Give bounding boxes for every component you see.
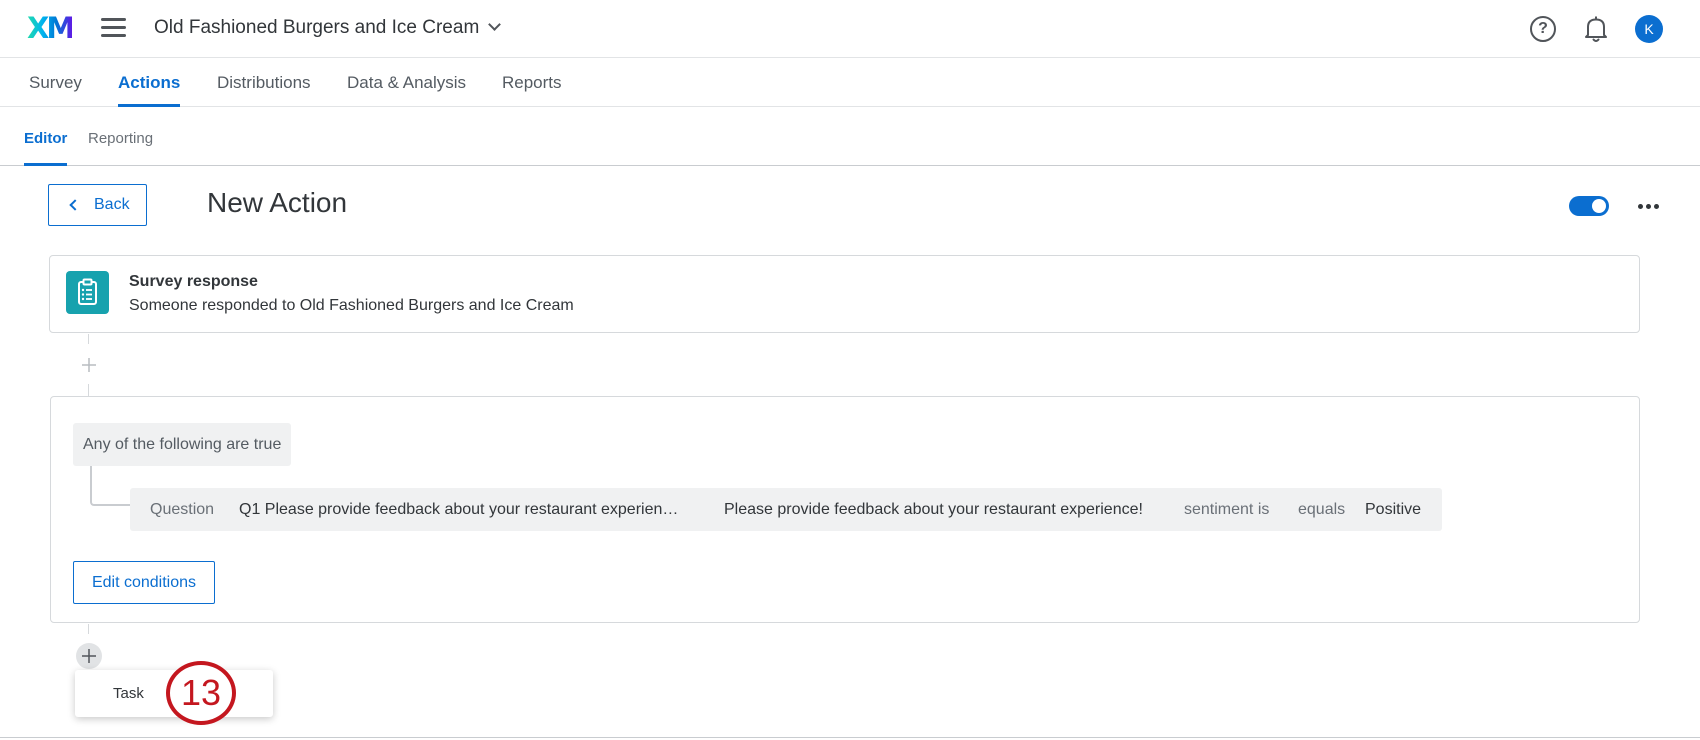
sub-nav: Editor Reporting bbox=[0, 107, 1700, 166]
page-title: New Action bbox=[207, 187, 348, 218]
chevron-left-icon bbox=[69, 199, 81, 211]
flow-connector-line bbox=[88, 384, 89, 396]
condition-group-label[interactable]: Any of the following are true bbox=[73, 423, 292, 466]
back-button-label: Back bbox=[94, 196, 130, 213]
conditions-card: Any of the following are true Question Q… bbox=[50, 396, 1640, 623]
subtab-editor[interactable]: Editor bbox=[24, 107, 68, 166]
tab-actions[interactable]: Actions bbox=[118, 58, 181, 107]
bell-icon[interactable] bbox=[1584, 15, 1608, 43]
top-bar: XM Old Fashioned Burgers and Ice Cream ?… bbox=[0, 0, 1700, 58]
tab-survey[interactable]: Survey bbox=[29, 58, 82, 107]
main-nav: Survey Actions Distributions Data & Anal… bbox=[0, 58, 1700, 107]
action-enabled-toggle[interactable] bbox=[1569, 196, 1609, 216]
clipboard-icon bbox=[66, 271, 109, 314]
tab-distributions[interactable]: Distributions bbox=[217, 58, 311, 107]
condition-question: Q1 Please provide feedback about your re… bbox=[239, 501, 679, 518]
toggle-knob bbox=[1592, 199, 1606, 213]
condition-value: Positive bbox=[1365, 501, 1422, 518]
chevron-down-icon bbox=[488, 18, 502, 31]
condition-field: Please provide feedback about your resta… bbox=[724, 501, 1143, 518]
tab-reports[interactable]: Reports bbox=[502, 58, 562, 107]
back-button[interactable]: Back bbox=[48, 184, 147, 226]
flow-connector-line bbox=[88, 334, 89, 344]
subtab-reporting[interactable]: Reporting bbox=[88, 107, 153, 166]
project-title: Old Fashioned Burgers and Ice Cream bbox=[154, 17, 480, 38]
condition-type: Question bbox=[150, 501, 215, 518]
add-step-plus-icon[interactable] bbox=[81, 357, 97, 373]
trigger-card[interactable]: Survey response Someone responded to Old… bbox=[49, 255, 1640, 333]
flow-connector-line bbox=[88, 624, 89, 634]
help-icon[interactable]: ? bbox=[1530, 16, 1556, 42]
edit-conditions-button[interactable]: Edit conditions bbox=[73, 561, 215, 604]
condition-metric: sentiment is bbox=[1184, 501, 1270, 518]
step-number-badge: 13 bbox=[166, 661, 236, 725]
trigger-title: Survey response bbox=[129, 273, 258, 290]
bottom-divider bbox=[0, 737, 1700, 738]
menu-item-task[interactable]: Task bbox=[113, 670, 144, 717]
project-selector[interactable]: Old Fashioned Burgers and Ice Cream bbox=[154, 17, 502, 39]
xm-logo[interactable]: XM bbox=[27, 12, 75, 44]
condition-row[interactable]: Question Q1 Please provide feedback abou… bbox=[130, 488, 1442, 531]
hamburger-menu-icon[interactable] bbox=[101, 18, 126, 38]
condition-operator: equals bbox=[1298, 501, 1346, 518]
tab-data-analysis[interactable]: Data & Analysis bbox=[347, 58, 466, 107]
condition-connector bbox=[90, 466, 130, 506]
add-task-plus-icon[interactable] bbox=[76, 643, 102, 669]
user-avatar[interactable]: K bbox=[1635, 15, 1663, 43]
more-options-icon[interactable] bbox=[1638, 196, 1660, 216]
trigger-description: Someone responded to Old Fashioned Burge… bbox=[129, 297, 574, 314]
